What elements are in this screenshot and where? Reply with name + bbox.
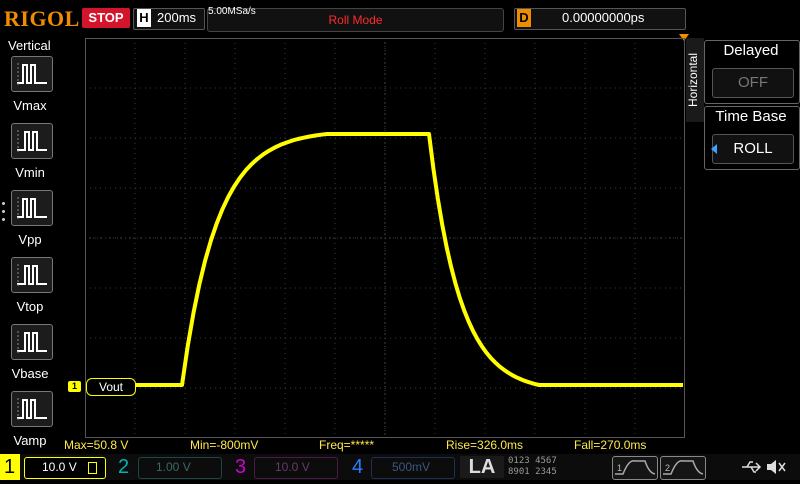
waveform-grid[interactable] [85,38,685,438]
delayed-value: OFF [712,68,794,98]
vmin-icon[interactable] [11,123,53,159]
timebase-title: Time Base [715,108,787,125]
trigger-2-number: 2 [665,463,671,473]
coupling-icon [88,462,97,474]
measure-label-vmin: Vmin [15,165,45,180]
vout-trace [135,132,683,387]
measure-label-vpp: Vpp [18,232,42,247]
vpp-icon[interactable] [11,190,53,226]
page-dot [2,218,5,221]
delayed-title: Delayed [723,42,779,59]
page-dot [2,202,5,205]
vbase-icon[interactable] [11,324,53,360]
channel-2-scale: 1.00 V [156,460,191,474]
vtop-icon[interactable] [11,257,53,293]
page-dot [2,210,5,213]
measure-label-vtop: Vtop [16,299,44,314]
left-arrow-icon [711,144,717,154]
horizontal-label: H [137,9,151,27]
vamp-icon[interactable] [11,391,53,427]
measure-rise: Rise=326.0ms [446,438,524,452]
channel-1-scale: 10.0 V [42,460,77,474]
delay-value: 0.00000000ps [562,10,645,25]
trigger-1-number: 1 [617,463,623,473]
vmax-icon[interactable] [11,56,53,92]
measure-label-vamp: Vamp [13,433,47,448]
menu-title-vertical: Vertical [8,38,51,53]
channel-3-scale: 10.0 V [275,460,310,474]
delay-label: D [517,9,531,27]
channel-2-number[interactable]: 2 [118,455,129,479]
channel-3-number[interactable]: 3 [235,455,246,479]
measure-label-vbase: Vbase [11,366,49,381]
sample-rate: 5.00MSa/s [208,6,256,17]
timebase-value: 200ms [157,10,197,25]
trace-label: Vout [86,378,136,396]
usb-icon [742,461,762,473]
run-stop-status[interactable]: STOP [82,8,130,28]
speaker-mute-icon[interactable] [765,457,787,477]
la-button[interactable]: LA [460,456,504,478]
channel-1-number: 1 [4,456,16,478]
rigol-logo: RIGOL [4,6,80,31]
channel-4-number[interactable]: 4 [352,455,363,479]
measure-fall: Fall=270.0ms [574,438,647,452]
horizontal-menu-title: Horizontal [686,52,700,108]
channel-1-marker[interactable]: 1 [68,381,81,392]
measure-label-vmax: Vmax [13,98,47,113]
la-channels-row-2: 8901 2345 [508,467,557,477]
measure-min: Min=-800mV [190,438,259,452]
measure-max: Max=50.8 V [64,438,129,452]
measure-freq: Freq=***** [319,438,375,452]
la-channels-row-1: 0123 4567 [508,456,557,466]
timebase-mode-value: ROLL [712,134,794,164]
channel-4-scale: 500mV [392,460,431,474]
